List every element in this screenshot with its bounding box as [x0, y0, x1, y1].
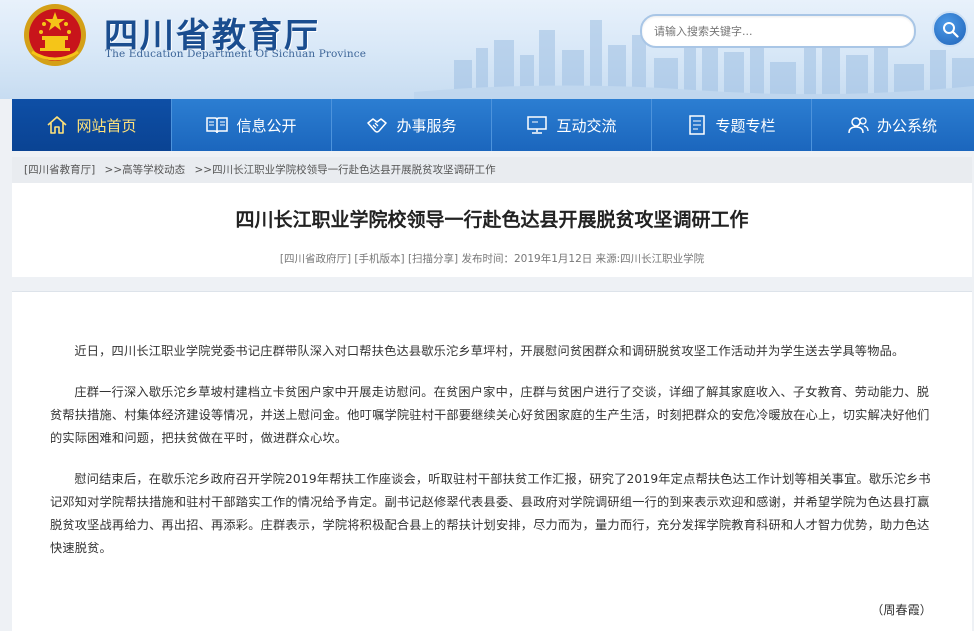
site-header: 四川省教育厅 The Education Department Of Sichu… [0, 0, 974, 99]
search-box [640, 14, 916, 48]
article-paragraph: 近日，四川长江职业学院党委书记庄群带队深入对口帮扶色达县歇乐沱乡草坪村，开展慰问… [74, 344, 905, 358]
nav-item-office[interactable]: 办公系统 [812, 99, 972, 151]
nav-label: 信息公开 [236, 116, 297, 135]
nav-item-home[interactable]: 网站首页 [12, 99, 172, 151]
nav-label: 办事服务 [396, 116, 457, 135]
article-title: 四川长江职业学院校领导一行赴色达县开展脱贫攻坚调研工作 [235, 209, 749, 231]
article-author: （周春霞） [871, 603, 932, 617]
nav-label: 专题专栏 [715, 116, 776, 135]
search-button[interactable] [932, 11, 968, 47]
meta-site-link[interactable]: [四川省政府厅] [280, 253, 351, 265]
nav-item-info[interactable]: 信息公开 [172, 99, 332, 151]
search-input[interactable] [642, 16, 894, 46]
article-body: 近日，四川长江职业学院党委书记庄群带队深入对口帮扶色达县歇乐沱乡草坪村，开展慰问… [12, 291, 972, 631]
meta-mobile-link[interactable]: [手机版本] [354, 253, 404, 265]
breadcrumb: [四川省教育厅] >>高等学校动态 >>四川长江职业学院校领导一行赴色达县开展脱… [12, 157, 972, 183]
article-meta: [四川省政府厅] [手机版本] [扫描分享] 发布时间：2019年1月12日 来… [12, 251, 972, 266]
meta-info: 发布时间：2019年1月12日 来源:四川长江职业学院 [461, 253, 705, 265]
book-icon [206, 117, 229, 134]
nav-label: 网站首页 [76, 116, 137, 135]
nav-label: 办公系统 [876, 116, 937, 135]
main-nav: 网站首页 信息公开 办事服务 互动交流 专题专栏 办公系统 [12, 99, 974, 151]
breadcrumb-current[interactable]: >>四川长江职业学院校领导一行赴色达县开展脱贫攻坚调研工作 [195, 164, 496, 176]
nav-label: 互动交流 [556, 116, 617, 135]
nav-item-topics[interactable]: 专题专栏 [652, 99, 812, 151]
breadcrumb-home[interactable]: [四川省教育厅] [24, 164, 95, 176]
handshake-icon [367, 118, 388, 133]
site-subtitle: The Education Department Of Sichuan Prov… [105, 48, 367, 60]
nav-item-services[interactable]: 办事服务 [332, 99, 492, 151]
article-paragraph: 庄群一行深入歇乐沱乡草坡村建档立卡贫困户家中开展走访慰问。在贫困户家中，庄群与贫… [50, 385, 930, 445]
national-emblem-logo [24, 4, 86, 66]
users-icon [848, 117, 869, 134]
breadcrumb-category[interactable]: >>高等学校动态 [105, 164, 186, 176]
document-icon [689, 115, 706, 135]
search-icon [943, 22, 959, 38]
monitor-icon [527, 116, 548, 134]
article-header: 四川长江职业学院校领导一行赴色达县开展脱贫攻坚调研工作 [四川省政府厅] [手机… [12, 183, 972, 277]
home-icon [47, 116, 68, 134]
article-paragraph: 慰问结束后，在歇乐沱乡政府召开学院2019年帮扶工作座谈会，听取驻村干部扶贫工作… [50, 472, 931, 555]
nav-item-interaction[interactable]: 互动交流 [492, 99, 652, 151]
meta-share-link[interactable]: [扫描分享] [408, 253, 458, 265]
